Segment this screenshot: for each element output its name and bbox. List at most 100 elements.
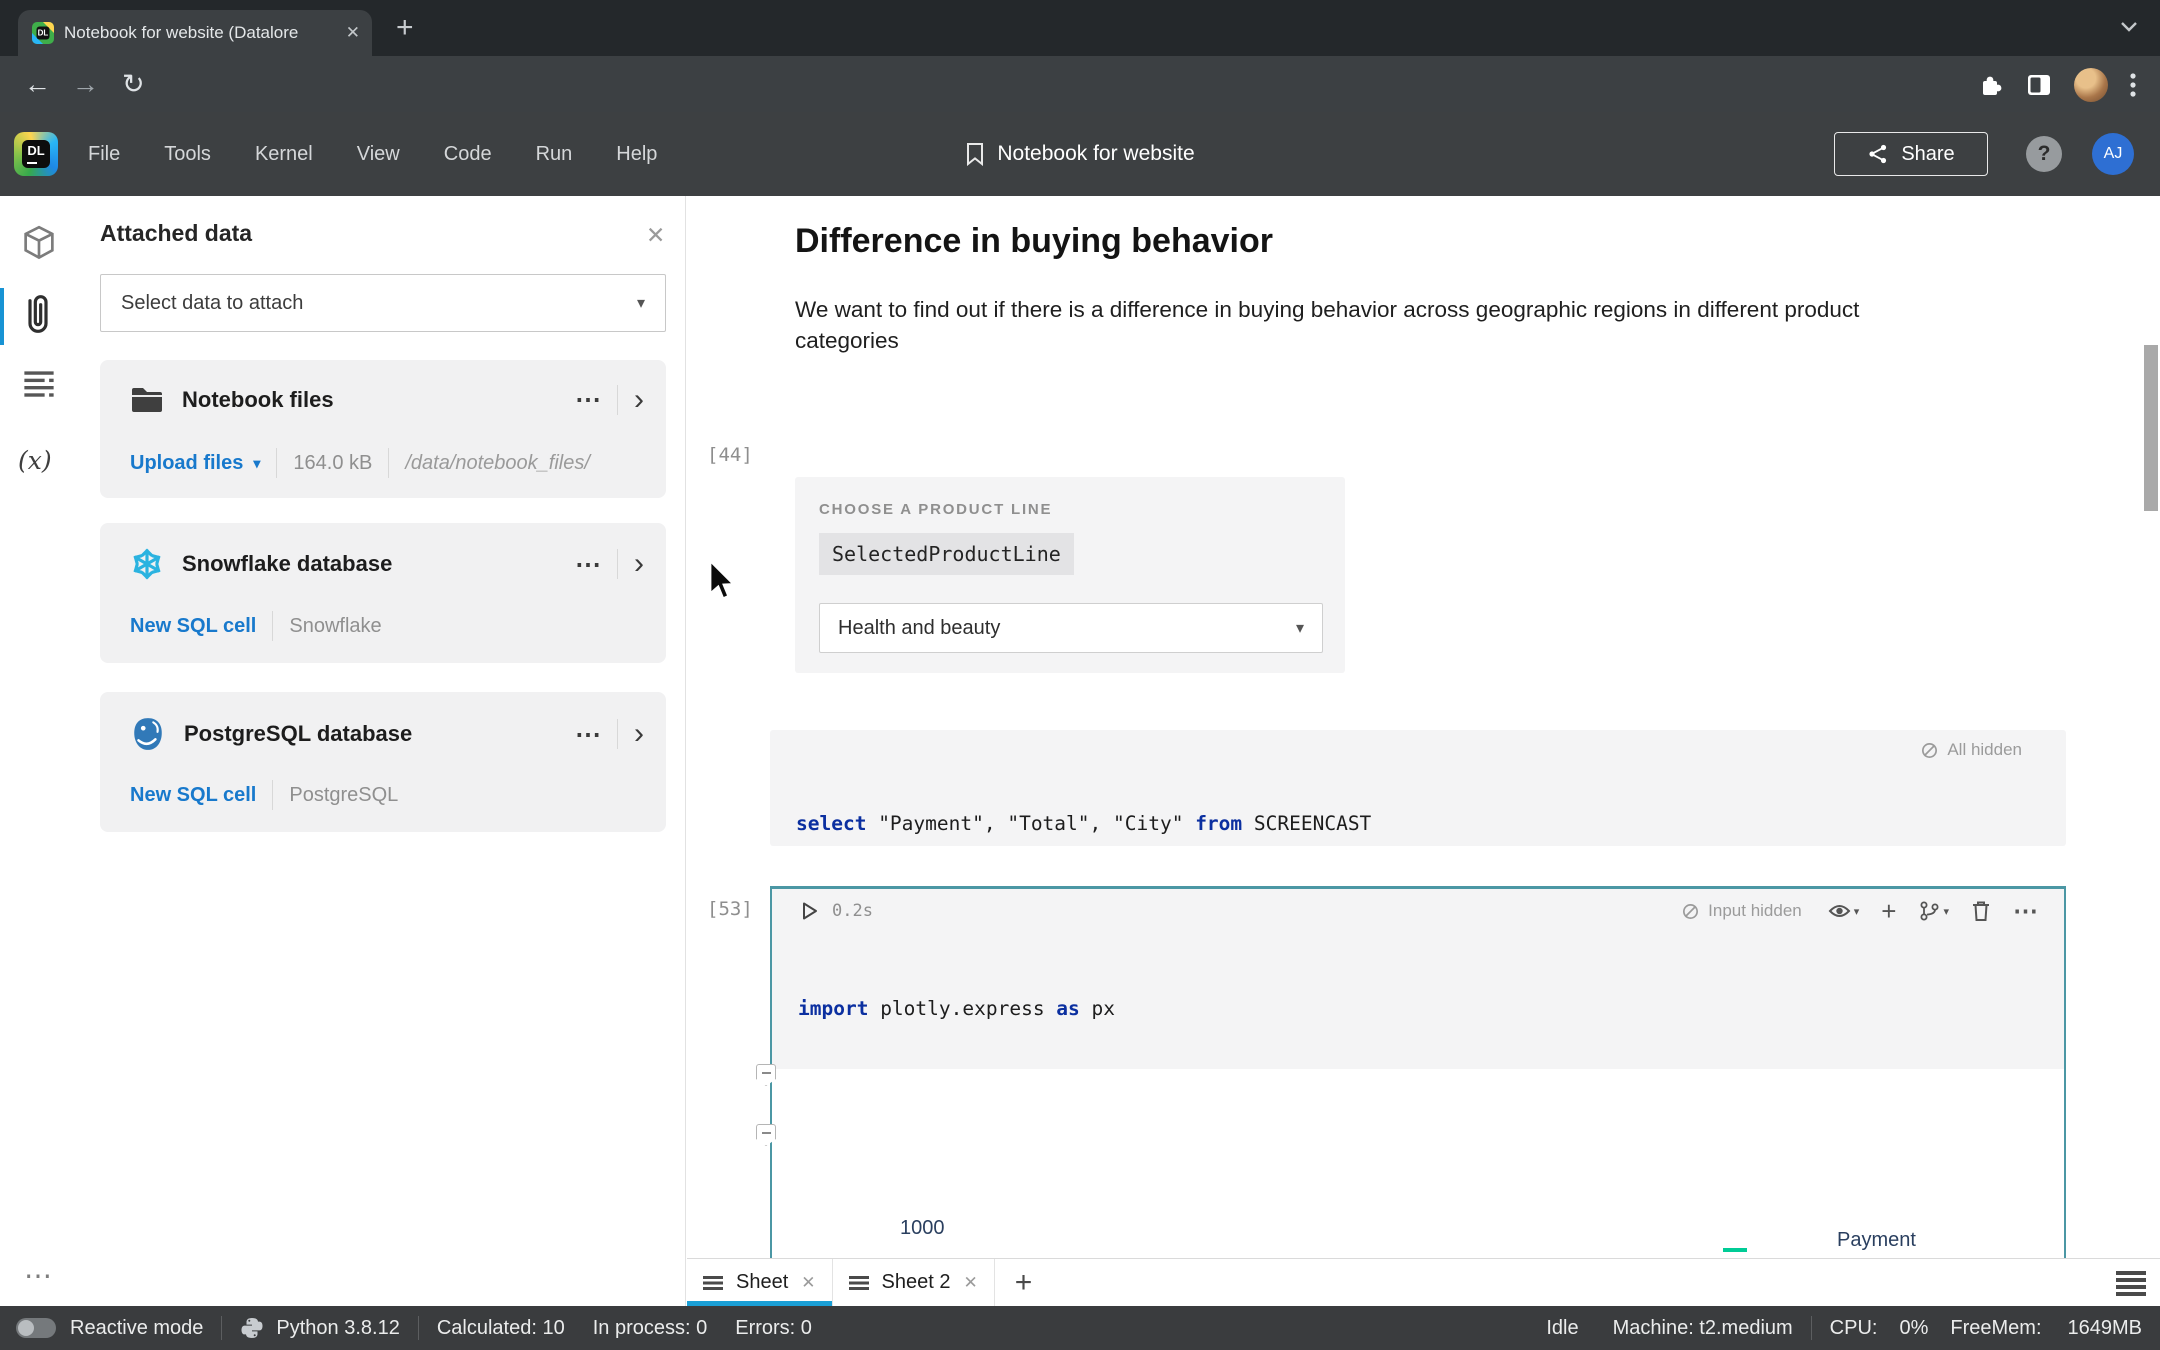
card-menu-icon[interactable]: ⋯	[575, 549, 601, 580]
back-button[interactable]: ←	[24, 69, 51, 100]
notebook-canvas: Difference in buying behavior We want to…	[687, 196, 2160, 1258]
divider	[1811, 1316, 1812, 1340]
new-sql-cell-link[interactable]: New SQL cell	[130, 615, 256, 638]
rail-active-indicator	[0, 288, 4, 345]
files-path: /data/notebook_files/	[405, 452, 590, 475]
snowflake-card[interactable]: Snowflake database ⋯ › New SQL cell Snow…	[100, 523, 666, 663]
notebook-files-card[interactable]: Notebook files ⋯ › Upload files ▾ 164.0 …	[100, 360, 666, 498]
packages-icon[interactable]	[22, 224, 56, 262]
card-menu-icon[interactable]: ⋯	[575, 384, 601, 415]
datalore-logo-text: DL	[22, 140, 50, 168]
notebook-title: Notebook for website	[997, 142, 1194, 166]
close-sheet-icon[interactable]: ✕	[963, 1273, 977, 1293]
browser-tab[interactable]: DL Notebook for website (Datalore ✕	[18, 10, 372, 56]
cell-more-icon[interactable]: ⋯	[2013, 896, 2038, 926]
close-sheet-icon[interactable]: ✕	[801, 1273, 815, 1293]
sheet-tab-1[interactable]: Sheet ✕	[687, 1259, 833, 1306]
delete-cell-button[interactable]	[1971, 900, 1991, 922]
python-version[interactable]: Python 3.8.12	[276, 1317, 399, 1340]
main-menu: File Tools Kernel View Code Run Help	[88, 112, 657, 196]
browser-menu-icon[interactable]	[2130, 72, 2136, 98]
product-line-dropdown[interactable]: Health and beauty ▾	[819, 603, 1323, 653]
sheet-list-icon[interactable]	[2116, 1269, 2146, 1297]
chevron-right-icon[interactable]: ›	[634, 724, 644, 744]
reload-button[interactable]: ↻	[122, 69, 145, 100]
card-title: Notebook files	[182, 387, 334, 413]
chevron-right-icon[interactable]: ›	[634, 554, 644, 574]
user-avatar[interactable]: AJ	[2092, 133, 2134, 175]
sql-cell[interactable]: All hidden select "Payment", "Total", "C…	[770, 730, 2066, 846]
menu-run[interactable]: Run	[536, 143, 573, 166]
menu-view[interactable]: View	[357, 143, 400, 166]
reactive-mode-toggle[interactable]	[16, 1318, 56, 1338]
reactive-mode-label: Reactive mode	[70, 1317, 203, 1340]
doc-title[interactable]: Difference in buying behavior	[795, 222, 1273, 261]
attached-data-icon[interactable]	[22, 292, 54, 336]
sheet-bar: Sheet ✕ Sheet 2 ✕ +	[687, 1258, 2160, 1306]
menu-code[interactable]: Code	[444, 143, 492, 166]
y-axis-tick: 1000	[900, 1217, 945, 1240]
errors-count: Errors: 0	[735, 1317, 812, 1340]
tab-search-chevron-icon[interactable]	[2120, 20, 2138, 32]
browser-tabstrip: DL Notebook for website (Datalore ✕ +	[0, 0, 2160, 56]
extensions-icon[interactable]	[1978, 72, 2004, 98]
add-cell-button[interactable]: +	[1881, 896, 1896, 927]
cpu-label: CPU:	[1830, 1317, 1878, 1340]
divider	[272, 780, 273, 810]
browser-profile-avatar[interactable]	[2074, 68, 2108, 102]
table-of-contents-icon[interactable]	[22, 368, 56, 404]
plot-output: 1000 Payment	[772, 1069, 2064, 1258]
variables-icon[interactable]: (x)	[18, 446, 52, 475]
divider	[617, 549, 618, 579]
forward-button[interactable]: →	[72, 69, 99, 100]
sheet-icon	[703, 1275, 723, 1291]
cell-actions-button[interactable]: ▾	[1918, 900, 1949, 922]
scrollbar-thumb[interactable]	[2144, 345, 2158, 511]
python-code[interactable]: import plotly.express as px fig = px.box…	[772, 933, 2064, 1069]
card-menu-icon[interactable]: ⋯	[575, 719, 601, 750]
database-type: PostgreSQL	[289, 784, 398, 807]
cell-44-execution-label: [44]	[707, 444, 753, 466]
divider	[617, 719, 618, 749]
cell-toolbar: 0.2s Input hidden ▾ +	[772, 889, 2064, 933]
files-size: 164.0 kB	[293, 452, 372, 475]
panel-close-icon[interactable]: ✕	[646, 222, 665, 249]
chevron-down-icon[interactable]: ▾	[253, 455, 260, 472]
sheet-tab-2[interactable]: Sheet 2 ✕	[833, 1259, 995, 1306]
divider	[418, 1316, 419, 1340]
add-sheet-button[interactable]: +	[995, 1259, 1053, 1306]
upload-files-link[interactable]: Upload files	[130, 452, 243, 475]
menu-help[interactable]: Help	[616, 143, 657, 166]
new-sql-cell-link[interactable]: New SQL cell	[130, 784, 256, 807]
divider	[272, 611, 273, 641]
panel-title: Attached data	[100, 220, 252, 247]
eye-icon	[1828, 902, 1851, 920]
sidebar-more-icon[interactable]: ⋯	[24, 1259, 53, 1292]
menu-file[interactable]: File	[88, 143, 120, 166]
tab-close-icon[interactable]: ✕	[346, 23, 360, 43]
side-panel-icon[interactable]	[2026, 73, 2052, 97]
bookmark-icon	[965, 142, 985, 166]
trash-icon	[1971, 900, 1991, 922]
chevron-right-icon[interactable]: ›	[634, 390, 644, 410]
status-bar: Reactive mode Python 3.8.12 Calculated: …	[0, 1306, 2160, 1350]
doc-paragraph[interactable]: We want to find out if there is a differ…	[795, 294, 1963, 356]
menu-tools[interactable]: Tools	[164, 143, 211, 166]
machine-type[interactable]: Machine: t2.medium	[1613, 1317, 1793, 1340]
new-tab-button[interactable]: +	[396, 11, 414, 45]
help-button[interactable]: ?	[2026, 136, 2062, 172]
product-line-cell[interactable]: CHOOSE A PRODUCT LINE SelectedProductLin…	[795, 477, 1345, 673]
run-cell-icon[interactable]	[798, 900, 820, 922]
folder-icon	[130, 386, 164, 414]
visibility-menu-button[interactable]: ▾	[1828, 902, 1860, 920]
postgresql-card[interactable]: PostgreSQL database ⋯ › New SQL cell Pos…	[100, 692, 666, 832]
divider	[388, 448, 389, 478]
divider	[617, 385, 618, 415]
divider	[221, 1316, 222, 1340]
legend-marker[interactable]	[1723, 1248, 1747, 1252]
share-button[interactable]: Share	[1834, 132, 1988, 176]
select-data-dropdown[interactable]: Select data to attach ▾	[100, 274, 666, 332]
menu-kernel[interactable]: Kernel	[255, 143, 313, 166]
datalore-logo[interactable]: DL	[14, 132, 58, 176]
plotly-code-cell[interactable]: 0.2s Input hidden ▾ +	[770, 886, 2066, 1258]
